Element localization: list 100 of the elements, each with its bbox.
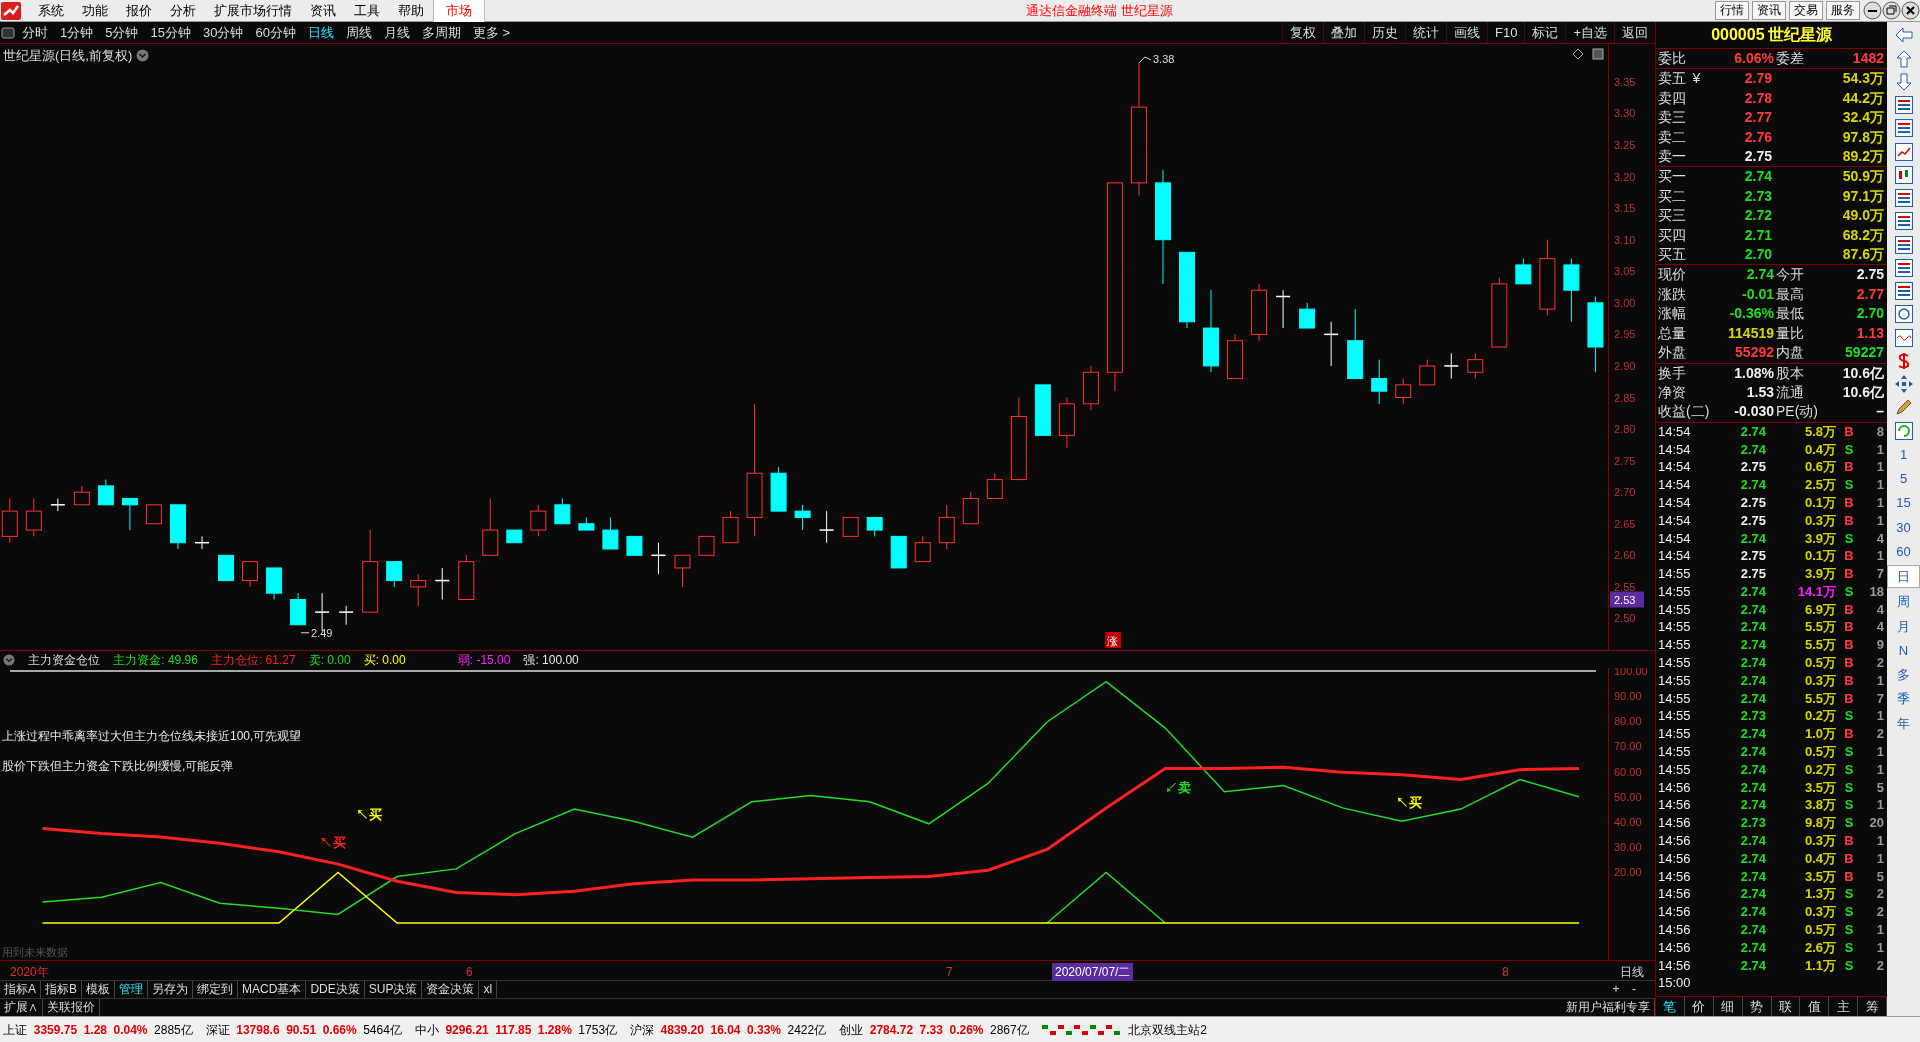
order-volume: 49.0万 <box>1841 206 1884 226</box>
period-tab[interactable]: 多周期 <box>415 21 467 44</box>
menu-item[interactable]: 资讯 <box>300 0 345 22</box>
field-label: PE(动) <box>1775 402 1819 422</box>
document-icon[interactable] <box>1893 257 1914 278</box>
indicator-tab[interactable]: 另存为 <box>148 981 194 998</box>
toolbar-button[interactable]: 行情 <box>1715 1 1749 20</box>
restore-icon[interactable] <box>1882 1 1901 20</box>
candlestick <box>1082 365 1099 411</box>
period-tab[interactable]: 日线 <box>301 21 340 44</box>
menu-item[interactable]: 市场 <box>432 0 485 22</box>
document-icon[interactable] <box>1893 211 1914 232</box>
period-button[interactable]: 季 <box>1887 688 1920 710</box>
zoom-button[interactable]: - <box>1625 981 1643 998</box>
chart-tool-button[interactable]: F10 <box>1487 21 1525 44</box>
menu-item[interactable]: 工具 <box>344 0 389 22</box>
index-change: 90.51 <box>286 1021 317 1039</box>
candlestick <box>169 504 186 550</box>
menu-item[interactable]: 报价 <box>116 0 161 22</box>
chart-tool-button[interactable]: 叠加 <box>1323 21 1364 44</box>
menu-item[interactable]: 功能 <box>72 0 117 22</box>
period-button[interactable]: 月 <box>1887 615 1920 637</box>
refresh-icon[interactable] <box>1893 420 1914 441</box>
index-value: 2784.72 <box>869 1021 914 1039</box>
trade-time: 14:55 <box>1657 636 1692 655</box>
period-button[interactable]: 多 <box>1887 664 1920 685</box>
chart-tool-button[interactable]: 统计 <box>1405 21 1446 44</box>
table-icon[interactable] <box>1893 95 1914 115</box>
period-tab[interactable]: 月线 <box>377 21 416 44</box>
line-chart-icon[interactable] <box>1893 141 1914 162</box>
candlestick <box>458 554 475 600</box>
y-tick: 40.00 <box>1614 816 1642 828</box>
indicator-tab[interactable]: 模板 <box>82 981 116 998</box>
minimize-icon[interactable] <box>1863 1 1882 20</box>
candlestick <box>1467 352 1484 380</box>
trade-price: 2.75 <box>1739 565 1766 583</box>
menu-item[interactable]: 系统 <box>28 0 73 22</box>
chart-tool-button[interactable]: 画线 <box>1446 21 1487 44</box>
toolbar-button[interactable]: 交易 <box>1789 1 1823 20</box>
indicator-tab[interactable]: xl <box>479 981 498 998</box>
period-tab[interactable]: 60分钟 <box>249 21 302 44</box>
period-button[interactable]: 1 <box>1887 443 1920 465</box>
period-button[interactable]: 年 <box>1887 712 1920 734</box>
server-name: 北京双线主站2 <box>1128 1021 1207 1039</box>
field-label: 换手 <box>1657 363 1687 383</box>
indicator-tab[interactable]: MACD基本 <box>238 981 307 998</box>
indicator-tab[interactable]: SUP决策 <box>364 981 423 998</box>
indicator-tab[interactable]: 资金决策 <box>422 981 480 998</box>
period-tab[interactable]: 1分钟 <box>54 21 100 44</box>
close-icon[interactable] <box>1901 1 1920 20</box>
warning-text: 用到未来数据 <box>2 946 68 958</box>
period-tab[interactable]: 30分钟 <box>196 21 250 44</box>
period-tab[interactable]: 更多 > <box>466 21 517 44</box>
trade-side: B <box>1843 458 1855 477</box>
trade-volume: 3.8万 <box>1803 796 1836 815</box>
document-icon[interactable] <box>1893 281 1914 301</box>
indicator-tab[interactable]: DDE决策 <box>306 981 365 998</box>
menu-item[interactable]: 分析 <box>160 0 205 22</box>
trade-time: 14:56 <box>1657 885 1692 904</box>
period-tab[interactable]: 15分钟 <box>144 21 197 44</box>
index-name: 深证 <box>205 1021 230 1039</box>
signal-label: ↖买 <box>355 807 382 823</box>
indicator-tab[interactable]: 指标B <box>41 981 83 998</box>
period-button[interactable]: 日 <box>1887 565 1920 588</box>
trade-price: 2.73 <box>1739 814 1766 833</box>
move-icon[interactable] <box>1893 374 1914 394</box>
trade-count: 20 <box>1868 814 1884 833</box>
period-tab[interactable]: 分时 <box>16 21 54 44</box>
field-value: -0.030 <box>1733 402 1774 422</box>
period-button[interactable]: 周 <box>1887 591 1920 613</box>
toolbar-button[interactable]: 资讯 <box>1752 1 1786 20</box>
indicator-tab[interactable]: 绑定到 <box>193 981 239 998</box>
trade-volume: 0.6万 <box>1803 458 1836 477</box>
wave-chart-icon[interactable] <box>1893 327 1914 348</box>
indicator-tab[interactable]: 指标A <box>0 981 41 998</box>
period-button[interactable]: 5 <box>1887 468 1920 489</box>
period-button[interactable]: 15 <box>1887 492 1920 514</box>
period-button[interactable]: 60 <box>1887 540 1920 562</box>
candlestick <box>1323 321 1339 367</box>
trade-count: 7 <box>1875 565 1884 583</box>
indicator-tab[interactable]: 管理 <box>115 981 149 998</box>
candle-icon[interactable] <box>1893 164 1914 185</box>
period-button[interactable]: N <box>1887 639 1920 661</box>
trade-price: 2.74 <box>1739 921 1766 939</box>
chart-tool-button[interactable]: +自选 <box>1565 21 1614 44</box>
candlestick <box>1515 258 1532 285</box>
chart-tool-button[interactable]: 历史 <box>1364 21 1405 44</box>
zoom-button[interactable]: + <box>1607 981 1625 998</box>
menu-item[interactable]: 帮助 <box>388 0 433 22</box>
legend-value: : -15.00 <box>469 651 511 669</box>
period-button[interactable]: 30 <box>1887 516 1920 538</box>
chart-tool-button[interactable]: 复权 <box>1282 21 1323 44</box>
trade-side: B <box>1843 565 1855 583</box>
toolbar-button[interactable]: 服务 <box>1826 1 1860 20</box>
chart-tool-button[interactable]: 标记 <box>1524 21 1566 44</box>
period-tab[interactable]: 周线 <box>339 21 378 44</box>
chart-tool-button[interactable]: 返回 <box>1614 21 1655 44</box>
period-tab[interactable]: 5分钟 <box>99 21 145 44</box>
menu-item[interactable]: 扩展市场行情 <box>204 0 301 22</box>
pencil-icon[interactable] <box>1893 397 1914 418</box>
